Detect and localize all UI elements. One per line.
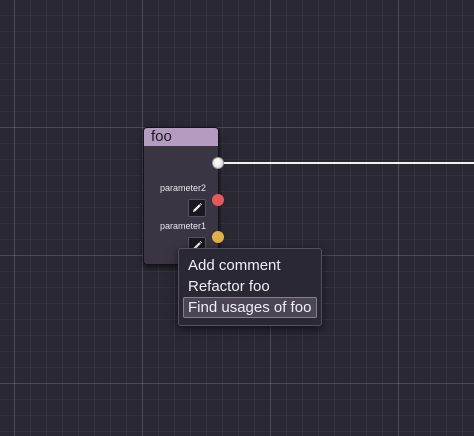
parameter-label-parameter2: parameter2 [159,183,206,193]
input-port-parameter2[interactable] [212,194,224,206]
menu-item-refactor[interactable]: Refactor foo [183,276,317,297]
graph-canvas[interactable]: foo parameter2 parameter1 Add comment Re… [0,0,474,436]
parameter-label-parameter1: parameter1 [159,221,206,231]
node-title[interactable]: foo [144,128,218,146]
connection-wire[interactable] [218,162,474,164]
node-foo[interactable]: foo parameter2 parameter1 [143,127,219,265]
menu-item-find-usages[interactable]: Find usages of foo [183,297,317,318]
context-menu: Add comment Refactor foo Find usages of … [178,248,322,326]
input-port-parameter1[interactable] [212,231,224,243]
edit-parameter2-button[interactable] [188,199,206,217]
output-port[interactable] [212,157,224,169]
menu-item-add-comment[interactable]: Add comment [183,255,317,276]
pencil-icon [193,203,202,212]
